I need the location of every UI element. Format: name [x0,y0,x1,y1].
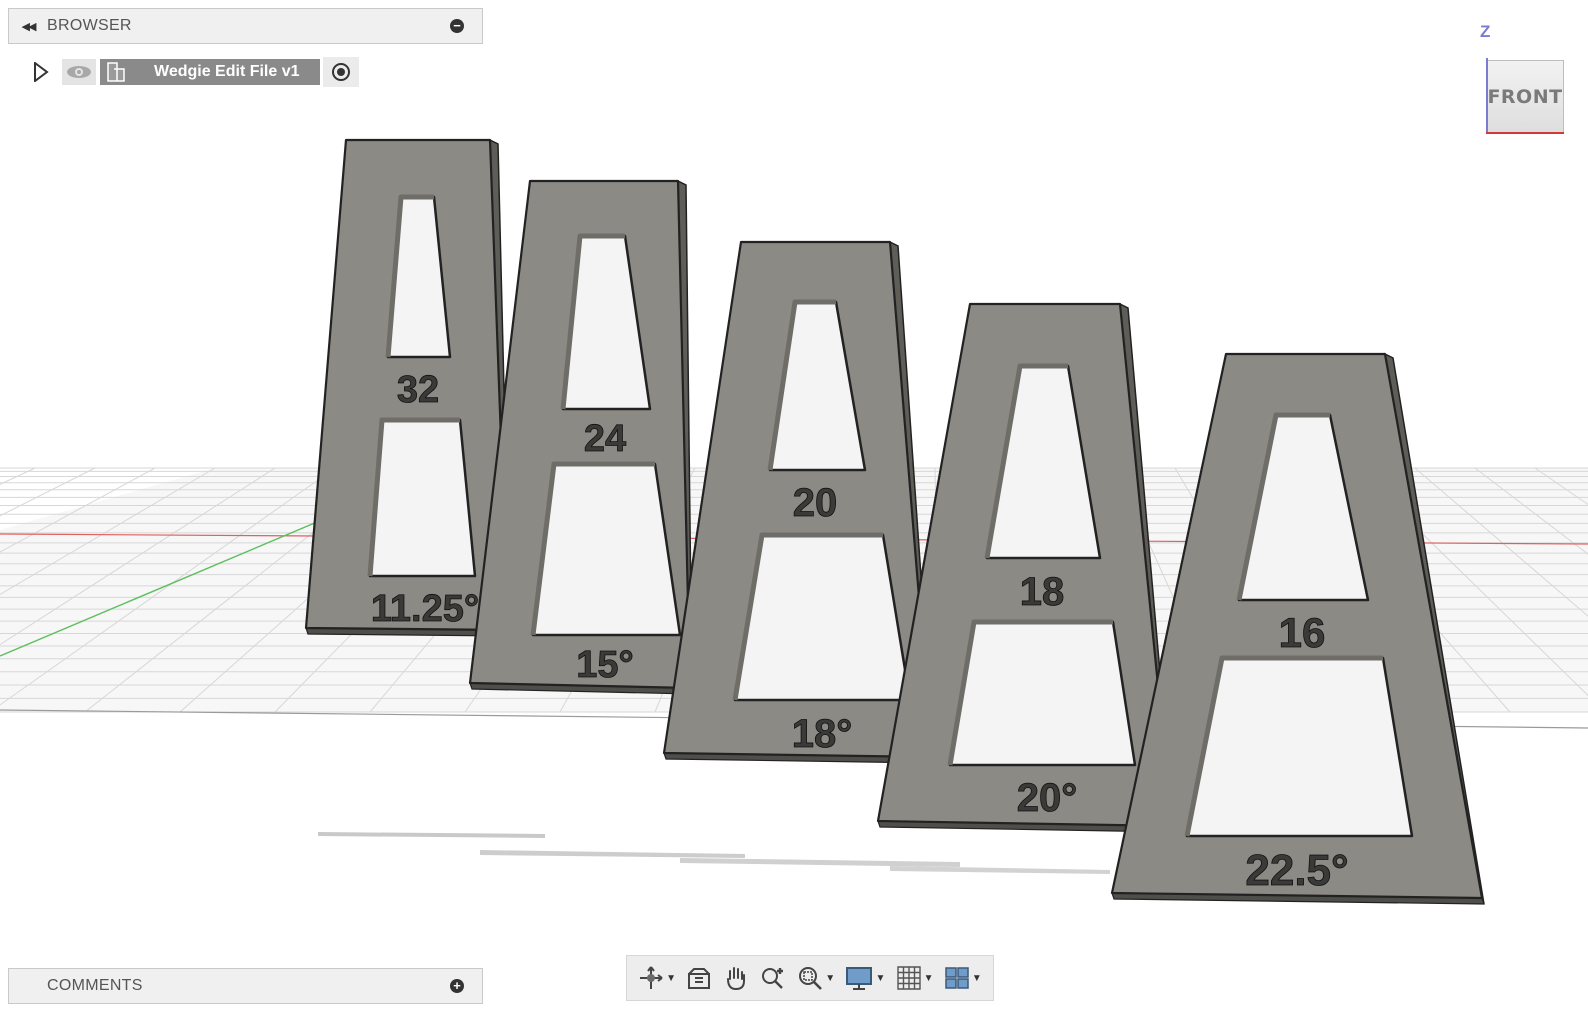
wedge-part[interactable]: 18 20° [876,302,1175,833]
look-at-tool[interactable] [686,962,712,994]
wedge-count-label: 24 [584,418,626,460]
display-dropdown-icon[interactable]: ▼ [875,973,885,984]
lower-cutout [733,533,912,702]
ground-shadows [318,832,1110,874]
fit-icon [799,967,823,990]
viewports-tool[interactable]: ▼ [944,962,982,994]
add-comment-icon[interactable]: + [450,979,464,993]
visibility-eye-icon[interactable] [62,59,96,85]
lower-cutout [368,418,477,578]
wedge-angle-label: 11.25° [371,588,479,630]
viewports-dropdown-icon[interactable]: ▼ [972,973,982,984]
pan-icon [726,967,745,991]
z-axis-line [1486,58,1488,134]
wedge-parts[interactable]: 32 11.25° 24 15° 20 18° 18 20° 16 22.5° [304,138,1485,905]
grid-icon [896,966,921,990]
browser-panel: ◀◀ BROWSER − [8,8,483,44]
zoom-dropdown-icon[interactable]: ▼ [825,973,835,984]
activate-radio-icon[interactable] [322,57,359,87]
expand-arrow-icon[interactable] [30,61,52,83]
look-at-icon [688,968,711,989]
wedge-angle-label: 15° [576,644,633,686]
navigation-toolbar: ▼ ▼ ▼ ▼ ▼ [626,955,994,1001]
zoom-icon [761,968,783,989]
comments-panel: COMMENTS + [8,968,483,1004]
orbit-tool[interactable]: ▼ [638,962,676,994]
lower-cutout [1185,656,1414,838]
browser-tree-row[interactable]: Wedgie Edit File v1 [30,57,359,87]
wedge-count-label: 18 [1020,570,1065,614]
scene-canvas[interactable]: 32 11.25° 24 15° 20 18° 18 20° 16 22.5° [0,0,1588,1014]
viewcube-front-face[interactable]: FRONT [1486,60,1564,134]
wedge-angle-label: 20° [1017,776,1078,820]
wedge-part[interactable]: 24 15° [468,179,693,695]
lower-cutout [531,462,682,637]
wedge-count-label: 16 [1279,609,1326,656]
comments-title: COMMENTS [47,977,143,994]
grid-tool[interactable]: ▼ [896,962,934,994]
fit-tool[interactable]: ▼ [797,962,835,994]
orbit-dropdown-icon[interactable]: ▼ [666,973,676,984]
document-name[interactable]: Wedgie Edit File v1 [132,59,320,85]
pan-tool[interactable] [723,962,749,994]
zoom-tool[interactable] [759,962,787,994]
lower-cutout [948,620,1137,767]
3d-viewport[interactable]: 32 11.25° 24 15° 20 18° 18 20° 16 22.5° [0,0,1588,1014]
wedge-part[interactable]: 32 11.25° [304,138,511,637]
browser-title: BROWSER [47,17,132,34]
display-settings-icon [846,967,873,990]
wedge-part[interactable]: 16 22.5° [1110,352,1485,905]
wedge-angle-label: 22.5° [1245,846,1348,895]
grid-dropdown-icon[interactable]: ▼ [924,973,934,984]
wedge-count-label: 32 [397,369,439,411]
collapse-panel-icon[interactable]: ◀◀ [9,20,47,33]
x-axis-line [1486,132,1564,134]
view-cube[interactable]: Z FRONT [1480,22,1580,142]
orbit-icon [640,966,663,989]
wedge-count-label: 20 [793,481,838,525]
z-axis-label: Z [1480,22,1491,41]
component-document-icon [100,59,132,85]
wedge-angle-label: 18° [792,712,853,756]
minimize-icon[interactable]: − [450,19,464,33]
wedge-part[interactable]: 20 18° [662,240,935,764]
viewports-icon [945,967,969,989]
display-settings-tool[interactable]: ▼ [845,962,885,994]
